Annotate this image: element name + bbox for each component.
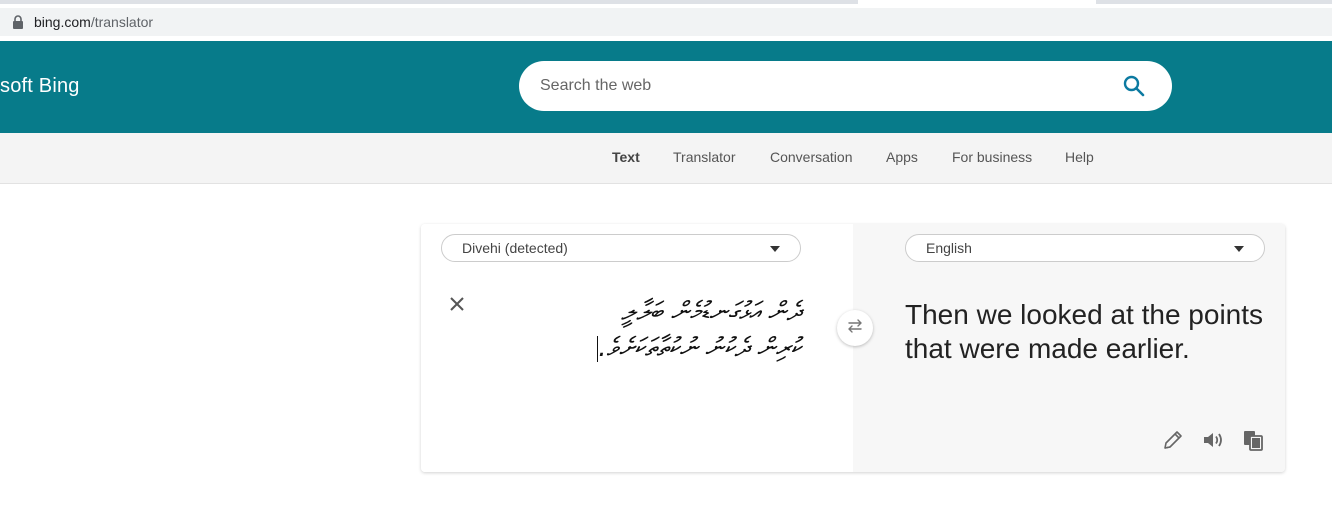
url-domain: bing.com (34, 14, 91, 30)
source-language-select[interactable]: Divehi (detected) (441, 234, 801, 262)
lock-icon[interactable] (12, 15, 24, 29)
pencil-icon[interactable] (1161, 428, 1185, 452)
target-language-label: English (926, 240, 972, 256)
source-language-label: Divehi (detected) (462, 240, 568, 256)
search-icon[interactable] (1122, 74, 1146, 98)
source-text-line-1: ދެން އަޅުގަނޑުމެން ބަލާލީ (621, 297, 801, 327)
nav-item-help[interactable]: Help (1065, 149, 1094, 165)
nav-item-for-business[interactable]: For business (952, 149, 1032, 165)
address-bar[interactable]: bing.com/translator (0, 8, 1332, 36)
chevron-down-icon (770, 246, 780, 252)
swap-arrows-icon (846, 317, 864, 340)
copy-icon[interactable] (1241, 428, 1265, 452)
url-path: /translator (90, 14, 154, 30)
bing-header: soft Bing (0, 41, 1332, 133)
search-input[interactable] (540, 77, 1100, 95)
nav-item-apps[interactable]: Apps (886, 149, 918, 165)
speaker-icon[interactable] (1201, 428, 1225, 452)
source-text-input[interactable]: ދެން އަޅުގަނޑުމެން ބަލާލީ ކުރިން ދެކުނު … (501, 294, 801, 366)
target-pane: English Then we looked at the points tha… (853, 224, 1285, 472)
source-text-line-2: ކުރިން ދެކުނު ނުކުތާތަކަށެވެ. (598, 333, 801, 363)
translator-nav: Text Translator Conversation Apps For bu… (0, 133, 1332, 184)
nav-item-text[interactable]: Text (612, 149, 640, 165)
swap-languages-button[interactable] (837, 310, 873, 346)
brand-logo-text[interactable]: soft Bing (0, 75, 80, 98)
close-icon[interactable] (449, 296, 465, 312)
translation-output: Then we looked at the points that were m… (905, 299, 1264, 364)
source-pane: Divehi (detected) ދެން އަޅުގަނޑުމެން ބަލ… (421, 224, 853, 472)
target-language-select[interactable]: English (905, 234, 1265, 262)
nav-item-conversation[interactable]: Conversation (770, 149, 853, 165)
nav-item-translator[interactable]: Translator (673, 149, 736, 165)
translator-card: Divehi (detected) ދެން އަޅުގަނޑުމެން ބަލ… (421, 224, 1285, 472)
chevron-down-icon (1234, 246, 1244, 252)
search-box (519, 61, 1172, 111)
address-row: bing.com/translator (0, 4, 1332, 41)
